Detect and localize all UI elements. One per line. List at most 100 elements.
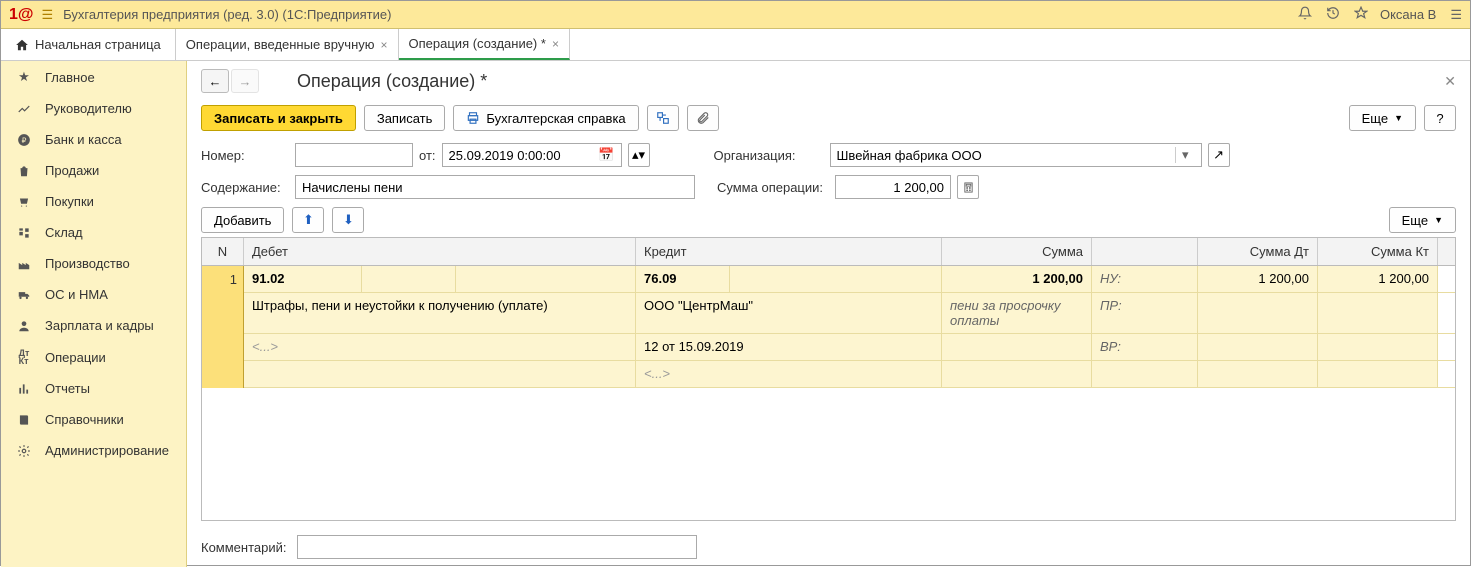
debit-sub1-cell[interactable]: Штрафы, пени и неустойки к получению (уп… [244, 293, 636, 333]
cell[interactable] [942, 361, 1092, 387]
sumdt-cell[interactable]: 1 200,00 [1198, 266, 1318, 292]
app-logo-icon: 1@ [9, 6, 34, 24]
cell[interactable] [1198, 361, 1318, 387]
sidebar-item-manager[interactable]: Руководителю [1, 93, 186, 124]
col-debit[interactable]: Дебет [244, 238, 636, 265]
col-credit[interactable]: Кредит [636, 238, 942, 265]
pr-label-cell[interactable]: ПР: [1092, 293, 1198, 333]
cell[interactable] [730, 266, 942, 292]
sidebar-item-catalogs[interactable]: Справочники [1, 404, 186, 435]
sidebar-item-stock[interactable]: Склад [1, 217, 186, 248]
tab-home-label: Начальная страница [35, 37, 161, 52]
save-button[interactable]: Записать [364, 105, 446, 131]
label-org: Организация: [714, 148, 824, 163]
sidebar-item-hr[interactable]: Зарплата и кадры [1, 310, 186, 341]
sidebar-item-assets[interactable]: ОС и НМА [1, 279, 186, 310]
star-icon[interactable] [1354, 6, 1368, 23]
close-icon[interactable]: × [552, 37, 559, 51]
table-more-button[interactable]: Еще▼ [1389, 207, 1456, 233]
opsum-input[interactable] [835, 175, 951, 199]
note-cell[interactable]: пени за просрочку оплаты [942, 293, 1092, 333]
sumkt-cell[interactable]: 1 200,00 [1318, 266, 1438, 292]
sidebar-item-purchases[interactable]: Покупки [1, 186, 186, 217]
credit-account-cell[interactable]: 76.09 [636, 266, 730, 292]
bag-icon [15, 164, 33, 178]
menu-icon[interactable]: ☰ [42, 7, 54, 23]
cell[interactable] [244, 361, 636, 387]
credit-sub3-cell[interactable]: <...> [636, 361, 942, 387]
sum-cell[interactable]: 1 200,00 [942, 266, 1092, 292]
titlebar: 1@ ☰ Бухгалтерия предприятия (ред. 3.0) … [1, 1, 1470, 29]
row-number-cell: 1 [202, 266, 244, 388]
sidebar-item-sales[interactable]: Продажи [1, 155, 186, 186]
cell[interactable] [456, 266, 636, 292]
cell[interactable] [1198, 334, 1318, 360]
col-n[interactable]: N [202, 238, 244, 265]
cell[interactable] [1092, 361, 1198, 387]
cell[interactable] [1318, 293, 1438, 333]
app-title: Бухгалтерия предприятия (ред. 3.0) (1С:П… [63, 7, 391, 22]
attach-button[interactable] [687, 105, 719, 131]
add-row-button[interactable]: Добавить [201, 207, 284, 233]
user-name[interactable]: Оксана В [1380, 7, 1436, 22]
date-input[interactable]: 25.09.2019 0:00:00 📅 [442, 143, 622, 167]
help-button[interactable]: ? [1424, 105, 1456, 131]
more-button[interactable]: Еще▼ [1349, 105, 1416, 131]
close-page-icon[interactable]: ✕ [1444, 73, 1456, 90]
bell-icon[interactable] [1298, 6, 1312, 23]
debit-account-cell[interactable]: 91.02 [244, 266, 362, 292]
col-extra[interactable] [1092, 238, 1198, 265]
number-input[interactable] [295, 143, 413, 167]
sidebar-item-reports[interactable]: Отчеты [1, 373, 186, 404]
comment-input[interactable] [297, 535, 697, 559]
chevron-down-icon: ▼ [1434, 215, 1443, 225]
cell[interactable] [942, 334, 1092, 360]
move-up-button[interactable]: ⬆ [292, 207, 324, 233]
report-button[interactable]: Бухгалтерская справка [453, 105, 638, 131]
col-sum[interactable]: Сумма [942, 238, 1092, 265]
nav-forward-button[interactable]: → [231, 69, 259, 93]
chart-icon [15, 102, 33, 116]
history-icon[interactable] [1326, 6, 1340, 23]
nu-label-cell[interactable]: НУ: [1092, 266, 1198, 292]
tab-operation-create[interactable]: Операция (создание) * × [399, 29, 570, 60]
org-select[interactable]: Швейная фабрика ООО ▾ [830, 143, 1202, 167]
link-icon [656, 111, 670, 125]
move-down-button[interactable]: ⬇ [332, 207, 364, 233]
date-spin-button[interactable]: ▴▾ [628, 143, 650, 167]
user-dropdown-icon[interactable]: ☰ [1450, 7, 1462, 23]
truck-icon [15, 288, 33, 302]
link-button[interactable] [647, 105, 679, 131]
vr-label-cell[interactable]: ВР: [1092, 334, 1198, 360]
nav-back-button[interactable]: ← [201, 69, 229, 93]
table-row[interactable]: 1 91.02 76.09 1 200,00 НУ: 1 200,00 [202, 266, 1455, 388]
cell[interactable] [1198, 293, 1318, 333]
sidebar-item-bank[interactable]: ₽Банк и касса [1, 124, 186, 155]
cell[interactable] [1318, 334, 1438, 360]
save-close-button[interactable]: Записать и закрыть [201, 105, 356, 131]
sidebar-item-main[interactable]: ★Главное [1, 61, 186, 93]
sidebar-item-production[interactable]: Производство [1, 248, 186, 279]
col-sumkt[interactable]: Сумма Кт [1318, 238, 1438, 265]
debit-sub2-cell[interactable]: <...> [244, 334, 636, 360]
cell[interactable] [1318, 361, 1438, 387]
credit-sub1-cell[interactable]: ООО "ЦентрМаш" [636, 293, 942, 333]
warehouse-icon [15, 226, 33, 240]
tab-operations-list[interactable]: Операции, введенные вручную × [176, 29, 399, 60]
chevron-down-icon[interactable]: ▾ [1175, 147, 1195, 163]
arrow-up-icon: ⬆ [303, 212, 314, 228]
desc-input[interactable] [295, 175, 695, 199]
gear-icon [15, 444, 33, 458]
org-open-button[interactable]: ↗ [1208, 143, 1230, 167]
cell[interactable] [362, 266, 456, 292]
tab-home[interactable]: Начальная страница [1, 29, 176, 60]
calendar-icon[interactable]: 📅 [598, 147, 614, 163]
sidebar-item-operations[interactable]: ДтКтОперации [1, 341, 186, 373]
label-comment: Комментарий: [201, 540, 289, 555]
calc-button[interactable] [957, 175, 979, 199]
sidebar-item-admin[interactable]: Администрирование [1, 435, 186, 466]
credit-sub2-cell[interactable]: 12 от 15.09.2019 [636, 334, 942, 360]
close-icon[interactable]: × [381, 38, 388, 52]
tab-label: Операции, введенные вручную [186, 37, 375, 52]
col-sumdt[interactable]: Сумма Дт [1198, 238, 1318, 265]
